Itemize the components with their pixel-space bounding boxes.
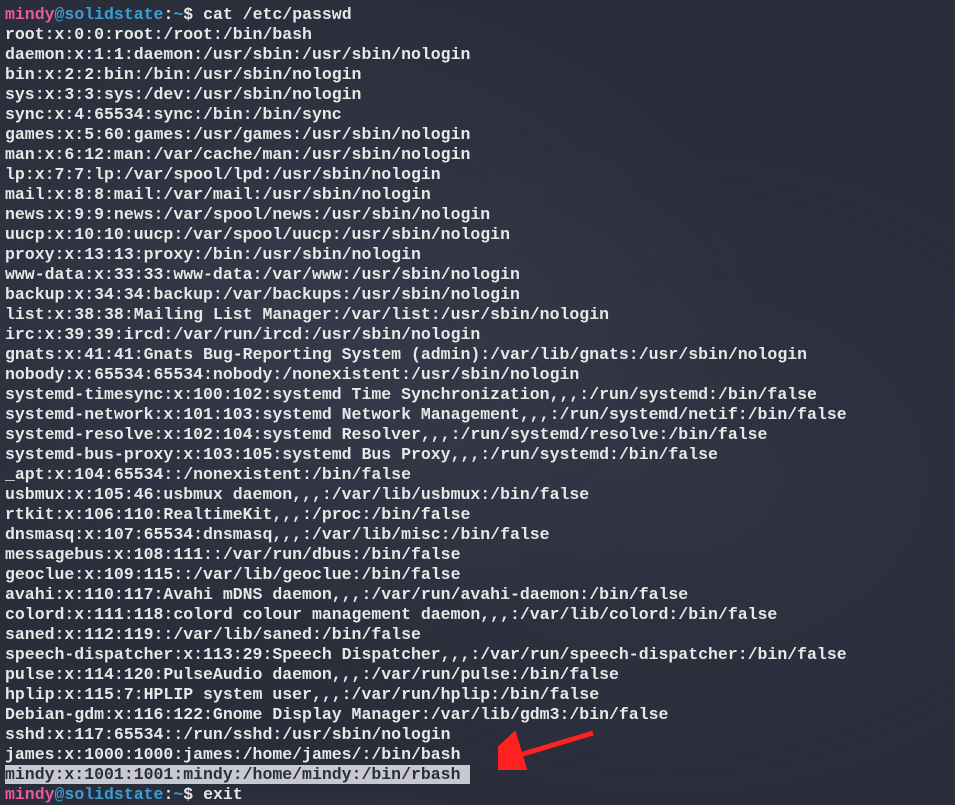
prompt-line-2: mindy@solidstate:~$ exit xyxy=(5,785,243,804)
prompt-path: ~ xyxy=(173,785,183,804)
output-line: usbmux:x:105:46:usbmux daemon,,,:/var/li… xyxy=(5,485,589,504)
terminal-output[interactable]: mindy@solidstate:~$ cat /etc/passwd root… xyxy=(5,5,955,805)
output-line: saned:x:112:119::/var/lib/saned:/bin/fal… xyxy=(5,625,421,644)
command-text: cat /etc/passwd xyxy=(203,5,352,24)
output-line: colord:x:111:118:colord colour managemen… xyxy=(5,605,777,624)
output-line: systemd-resolve:x:102:104:systemd Resolv… xyxy=(5,425,767,444)
output-line: proxy:x:13:13:proxy:/bin:/usr/sbin/nolog… xyxy=(5,245,421,264)
output-line: Debian-gdm:x:116:122:Gnome Display Manag… xyxy=(5,705,668,724)
output-line: bin:x:2:2:bin:/bin:/usr/sbin/nologin xyxy=(5,65,361,84)
prompt-host: solidstate xyxy=(64,5,163,24)
output-line: backup:x:34:34:backup:/var/backups:/usr/… xyxy=(5,285,520,304)
output-line: lp:x:7:7:lp:/var/spool/lpd:/usr/sbin/nol… xyxy=(5,165,441,184)
output-line: man:x:6:12:man:/var/cache/man:/usr/sbin/… xyxy=(5,145,470,164)
output-line: irc:x:39:39:ircd:/var/run/ircd:/usr/sbin… xyxy=(5,325,480,344)
prompt-at: @ xyxy=(55,785,65,804)
output-line: mail:x:8:8:mail:/var/mail:/usr/sbin/nolo… xyxy=(5,185,431,204)
output-line: pulse:x:114:120:PulseAudio daemon,,,:/va… xyxy=(5,665,619,684)
output-line: list:x:38:38:Mailing List Manager:/var/l… xyxy=(5,305,609,324)
output-line: nobody:x:65534:65534:nobody:/nonexistent… xyxy=(5,365,579,384)
output-line: rtkit:x:106:110:RealtimeKit,,,:/proc:/bi… xyxy=(5,505,470,524)
output-line: geoclue:x:109:115::/var/lib/geoclue:/bin… xyxy=(5,565,460,584)
output-line: james:x:1000:1000:james:/home/james/:/bi… xyxy=(5,745,460,764)
output-line: messagebus:x:108:111::/var/run/dbus:/bin… xyxy=(5,545,460,564)
output-line: daemon:x:1:1:daemon:/usr/sbin:/usr/sbin/… xyxy=(5,45,470,64)
output-line: hplip:x:115:7:HPLIP system user,,,:/var/… xyxy=(5,685,599,704)
output-line: root:x:0:0:root:/root:/bin/bash xyxy=(5,25,312,44)
prompt-host: solidstate xyxy=(64,785,163,804)
prompt-colon: : xyxy=(163,785,173,804)
prompt-user: mindy xyxy=(5,5,55,24)
output-line: avahi:x:110:117:Avahi mDNS daemon,,,:/va… xyxy=(5,585,688,604)
output-line: systemd-timesync:x:100:102:systemd Time … xyxy=(5,385,817,404)
prompt-dollar: $ xyxy=(183,785,203,804)
prompt-dollar: $ xyxy=(183,5,203,24)
output-line: gnats:x:41:41:Gnats Bug-Reporting System… xyxy=(5,345,807,364)
output-line: uucp:x:10:10:uucp:/var/spool/uucp:/usr/s… xyxy=(5,225,510,244)
prompt-path: ~ xyxy=(173,5,183,24)
output-line: systemd-network:x:101:103:systemd Networ… xyxy=(5,405,847,424)
output-line: news:x:9:9:news:/var/spool/news:/usr/sbi… xyxy=(5,205,490,224)
output-line: _apt:x:104:65534::/nonexistent:/bin/fals… xyxy=(5,465,411,484)
output-line: dnsmasq:x:107:65534:dnsmasq,,,:/var/lib/… xyxy=(5,525,550,544)
output-line: www-data:x:33:33:www-data:/var/www:/usr/… xyxy=(5,265,520,284)
output-line: speech-dispatcher:x:113:29:Speech Dispat… xyxy=(5,645,847,664)
prompt-colon: : xyxy=(163,5,173,24)
prompt-user: mindy xyxy=(5,785,55,804)
prompt-at: @ xyxy=(55,5,65,24)
prompt-line-1: mindy@solidstate:~$ cat /etc/passwd xyxy=(5,5,352,24)
command-text: exit xyxy=(203,785,243,804)
output-line: sys:x:3:3:sys:/dev:/usr/sbin/nologin xyxy=(5,85,361,104)
highlighted-line: mindy:x:1001:1001:mindy:/home/mindy:/bin… xyxy=(5,765,470,784)
output-line: games:x:5:60:games:/usr/games:/usr/sbin/… xyxy=(5,125,470,144)
output-line: sshd:x:117:65534::/run/sshd:/usr/sbin/no… xyxy=(5,725,451,744)
output-line: sync:x:4:65534:sync:/bin:/bin/sync xyxy=(5,105,342,124)
output-line: systemd-bus-proxy:x:103:105:systemd Bus … xyxy=(5,445,718,464)
